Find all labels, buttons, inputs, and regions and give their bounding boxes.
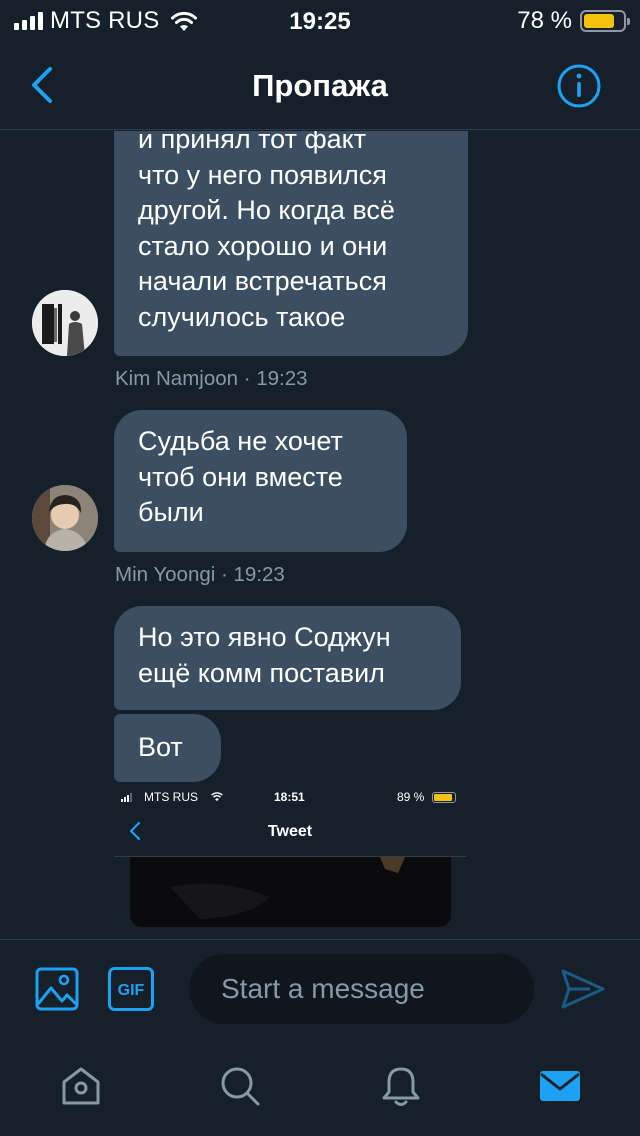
battery-icon bbox=[580, 10, 630, 32]
image-icon bbox=[35, 967, 79, 1011]
send-button[interactable] bbox=[560, 968, 606, 1010]
message-bubble[interactable]: и принял тот факт что у него появился др… bbox=[114, 131, 468, 356]
attachment-title: Tweet bbox=[267, 823, 313, 840]
message-meta: Min Yoongi · 19:23 bbox=[115, 563, 285, 586]
add-gif-button[interactable]: GIF bbox=[107, 966, 155, 1012]
status-bar: MTS RUS 19:25 78 % bbox=[0, 0, 640, 42]
message-bubble[interactable]: Вот bbox=[114, 714, 221, 782]
attachment-time: 18:51 bbox=[274, 790, 305, 804]
message-meta: Kim Namjoon · 19:23 bbox=[115, 367, 308, 390]
search-icon bbox=[221, 1067, 260, 1106]
message-bubble[interactable]: Судьба не хочет чтоб они вместе были bbox=[114, 410, 407, 552]
bell-icon bbox=[382, 1067, 420, 1106]
attachment-photo bbox=[130, 857, 451, 927]
avatar-min-yoongi[interactable] bbox=[32, 485, 98, 551]
add-photo-button[interactable] bbox=[34, 966, 80, 1012]
attachment-battery-percent: 89 % bbox=[397, 790, 425, 804]
battery-icon bbox=[432, 792, 456, 803]
mail-icon bbox=[540, 1071, 580, 1101]
gif-icon: GIF bbox=[108, 967, 154, 1011]
wifi-icon bbox=[211, 792, 223, 802]
message-bubble[interactable]: Но это явно Соджун ещё комм поставил bbox=[114, 606, 461, 710]
message-thread[interactable]: и принял тот факт что у него появился др… bbox=[0, 131, 640, 939]
signal-strength-icon bbox=[121, 793, 132, 802]
attachment-carrier: MTS RUS bbox=[144, 790, 198, 804]
tab-search[interactable] bbox=[215, 1061, 265, 1111]
tab-messages[interactable] bbox=[535, 1061, 585, 1111]
bottom-tab-bar bbox=[0, 1039, 640, 1136]
home-icon bbox=[62, 1067, 100, 1105]
send-icon bbox=[561, 969, 605, 1009]
conversation-info-button[interactable] bbox=[556, 63, 602, 109]
status-bar-right: 78 % bbox=[517, 7, 630, 34]
conversation-header: Пропажа bbox=[0, 42, 640, 130]
gif-label: GIF bbox=[118, 982, 145, 999]
conversation-title: Пропажа bbox=[252, 68, 388, 103]
tab-home[interactable] bbox=[56, 1061, 106, 1111]
image-attachment[interactable]: MTS RUS 18:51 89 % Tweet bbox=[114, 787, 466, 927]
message-composer: GIF bbox=[0, 939, 640, 1039]
attachment-status-bar: MTS RUS 18:51 89 % bbox=[114, 787, 466, 807]
tab-notifications[interactable] bbox=[376, 1061, 426, 1111]
message-input[interactable] bbox=[189, 954, 534, 1024]
info-icon bbox=[557, 64, 601, 108]
battery-percent: 78 % bbox=[517, 7, 572, 34]
avatar-kim-namjoon[interactable] bbox=[32, 290, 98, 356]
